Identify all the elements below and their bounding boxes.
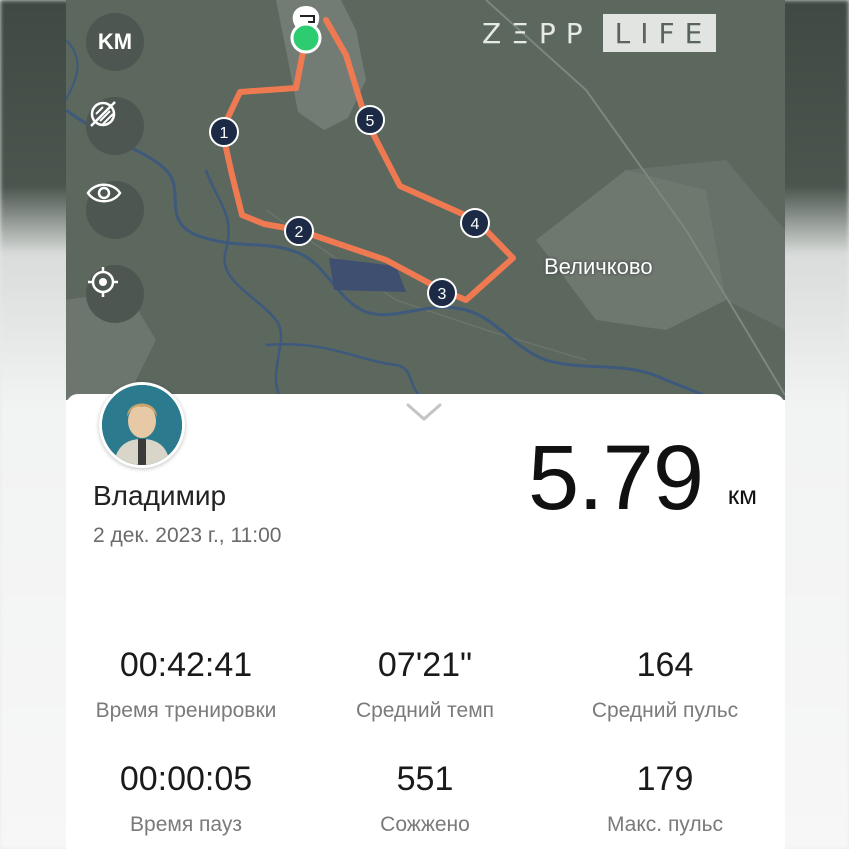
river xyxy=(204,169,283,400)
stat-value: 164 xyxy=(636,646,694,684)
stat-value: 179 xyxy=(636,760,694,798)
map-graphics xyxy=(66,0,785,400)
stat-calories: 551 Сожжено xyxy=(305,760,545,837)
distance-unit: км xyxy=(727,480,757,510)
stat-value: 07'21" xyxy=(377,646,473,684)
stat-max-heart-rate: 179 Макс. пульс xyxy=(545,760,785,837)
user-name: Владимир xyxy=(93,480,227,511)
brand-life: LIFE xyxy=(602,14,717,52)
stat-label: Средний пульс xyxy=(591,699,739,722)
stat-workout-time: 00:42:41 Время тренировки xyxy=(66,646,306,723)
satellite-off-icon xyxy=(90,101,116,127)
eye-icon xyxy=(86,183,122,203)
workout-route xyxy=(219,17,516,303)
stat-value: 00:00:05 xyxy=(119,760,253,798)
stat-value: 00:42:41 xyxy=(119,646,253,684)
start-marker xyxy=(290,6,322,54)
avatar-image xyxy=(102,385,182,465)
units-toggle-button[interactable]: KM xyxy=(86,13,144,71)
stat-label: Сожжено xyxy=(380,813,470,836)
workout-summary-panel: Владимир 2 дек. 2023 г., 11:00 5.79 км 0… xyxy=(66,382,785,849)
locate-button[interactable] xyxy=(86,265,144,323)
stat-value: 551 xyxy=(396,760,454,798)
avatar[interactable] xyxy=(99,382,185,468)
stat-avg-pace: 07'21" Средний темп xyxy=(305,646,545,723)
river xyxy=(265,342,427,400)
stat-label: Время тренировки xyxy=(95,699,277,722)
units-toggle-label: KM xyxy=(97,29,133,54)
phone-screen: KM 1 2 3 4 5 ZΞPP LIFE Величково Владими… xyxy=(66,0,785,849)
brand-zepp: ZΞPP xyxy=(482,16,593,50)
workout-date: 2 дек. 2023 г., 11:00 xyxy=(93,524,282,547)
stat-label: Средний темп xyxy=(355,699,495,722)
river xyxy=(66,39,79,101)
place-label: Величково xyxy=(544,254,653,279)
route-map[interactable]: KM 1 2 3 4 5 ZΞPP LIFE Величково xyxy=(66,0,785,400)
brand-watermark: ZΞPP LIFE xyxy=(482,14,717,52)
visibility-toggle-button[interactable] xyxy=(86,181,144,239)
chevron-down-icon[interactable] xyxy=(406,402,442,422)
stat-pause-time: 00:00:05 Время пауз xyxy=(66,760,306,837)
crosshair-icon xyxy=(88,267,118,297)
map-layers-button[interactable] xyxy=(86,97,144,155)
stat-avg-heart-rate: 164 Средний пульс xyxy=(545,646,785,723)
distance-value: 5.79 xyxy=(527,427,704,529)
stat-label: Время пауз xyxy=(130,813,242,836)
stat-label: Макс. пульс xyxy=(606,813,724,836)
